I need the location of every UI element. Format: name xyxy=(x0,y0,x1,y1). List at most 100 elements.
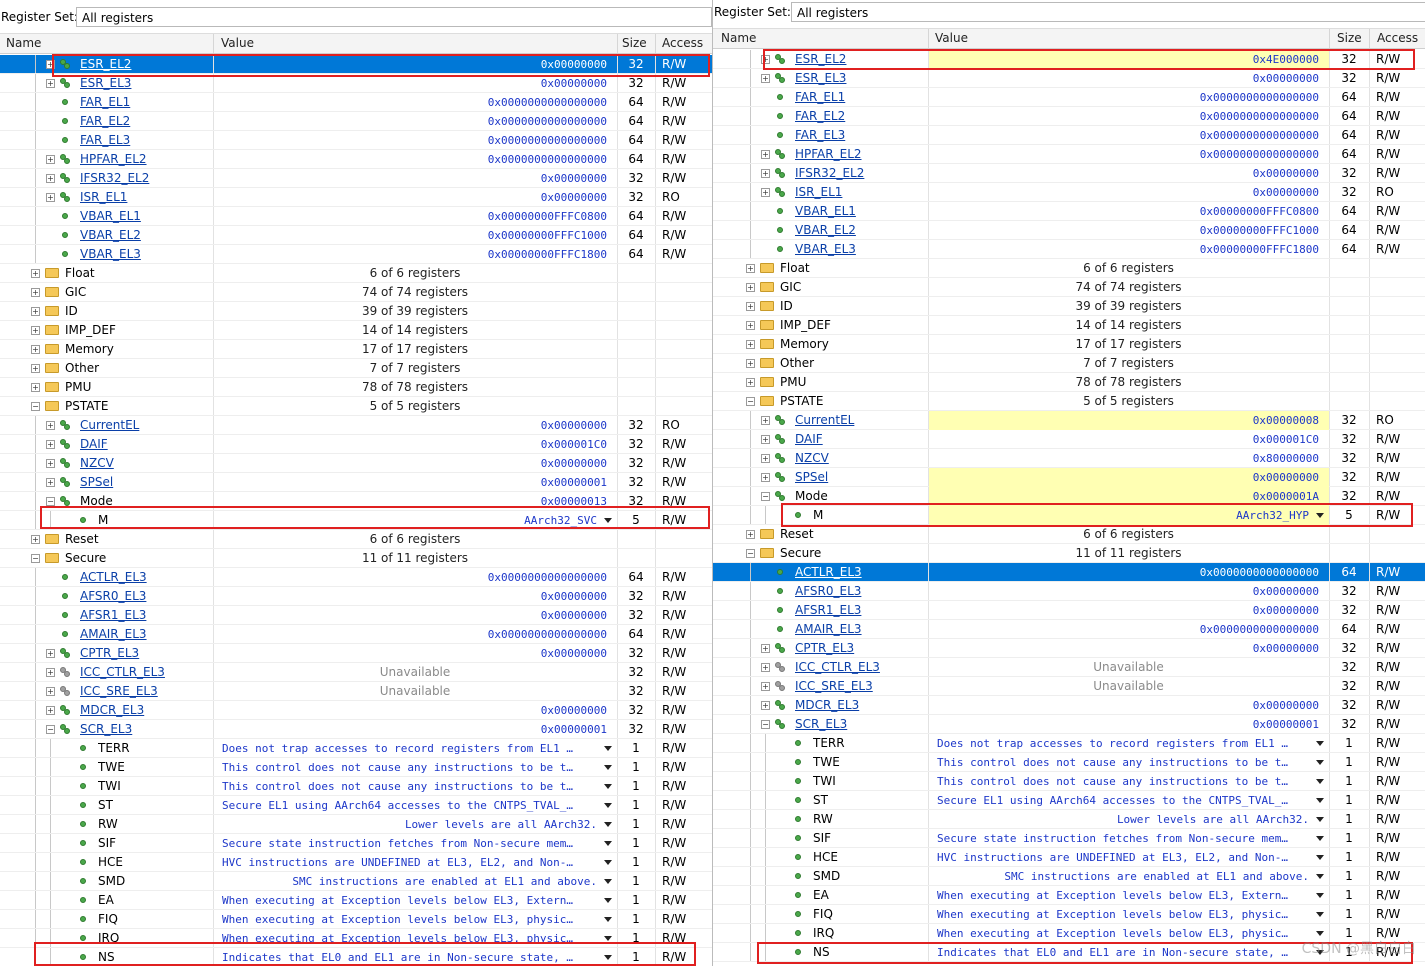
register-field-value-select[interactable]: AArch32_HYP xyxy=(929,506,1329,525)
register-row-sif[interactable]: SIF Secure state instruction fetches from… xyxy=(713,829,1425,848)
register-value[interactable]: 0x0000000000000000 xyxy=(929,620,1329,639)
expand-icon[interactable]: + xyxy=(746,359,755,368)
expand-icon[interactable]: + xyxy=(46,668,55,677)
register-row-st[interactable]: ST Secure EL1 using AArch64 accesses to t… xyxy=(713,791,1425,810)
chevron-down-icon[interactable] xyxy=(1316,893,1324,898)
register-field-value-select[interactable]: This control does not cause any instruct… xyxy=(929,753,1329,772)
register-value[interactable]: 0x00000000 xyxy=(214,55,617,74)
register-row-twi[interactable]: TWI This control does not cause any instr… xyxy=(713,772,1425,791)
register-name[interactable]: ISR_EL1 xyxy=(80,190,127,204)
register-row-esr-el2[interactable]: + ESR_EL2 0x4E000000 32 R/W xyxy=(713,50,1425,69)
register-name[interactable]: IFSR32_EL2 xyxy=(80,171,149,185)
register-row-hce[interactable]: HCE HVC instructions are UNDEFINED at EL3… xyxy=(713,848,1425,867)
register-value[interactable]: 0x00000000FFFC1800 xyxy=(214,245,617,264)
register-row-icc-ctlr-el3[interactable]: + ICC_CTLR_EL3 Unavailable 32 R/W xyxy=(713,658,1425,677)
register-row-ifsr32-el2[interactable]: + IFSR32_EL2 0x00000000 32 R/W xyxy=(713,164,1425,183)
expand-icon[interactable]: + xyxy=(46,60,55,69)
register-name[interactable]: AFSR1_EL3 xyxy=(80,608,146,622)
register-value[interactable]: 0x0000000000000000 xyxy=(214,131,617,150)
register-name[interactable]: ICC_CTLR_EL3 xyxy=(795,660,880,674)
register-name[interactable]: CurrentEL xyxy=(80,418,139,432)
register-row-icc-sre-el3[interactable]: + ICC_SRE_EL3 Unavailable 32 R/W xyxy=(0,682,712,701)
register-field-value-select[interactable]: HVC instructions are UNDEFINED at EL3, E… xyxy=(214,853,617,872)
register-row-memory[interactable]: + Memory 17 of 17 registers xyxy=(713,335,1425,354)
expand-icon[interactable]: + xyxy=(31,535,40,544)
register-field-value-select[interactable]: Secure state instruction fetches from No… xyxy=(929,829,1329,848)
register-name[interactable]: AFSR0_EL3 xyxy=(795,584,861,598)
register-field-value-select[interactable]: When executing at Exception levels below… xyxy=(214,910,617,929)
register-field-value-select[interactable]: This control does not cause any instruct… xyxy=(214,758,617,777)
register-row-far-el1[interactable]: FAR_EL1 0x0000000000000000 64 R/W xyxy=(713,88,1425,107)
register-field-value-select[interactable]: AArch32_SVC xyxy=(214,511,617,530)
register-value[interactable]: 0x00000000 xyxy=(929,639,1329,658)
register-row-imp-def[interactable]: + IMP_DEF 14 of 14 registers xyxy=(0,321,712,340)
register-value[interactable]: 0x80000000 xyxy=(929,449,1329,468)
register-name[interactable]: FAR_EL3 xyxy=(80,133,130,147)
register-row-m[interactable]: M AArch32_HYP 5 R/W xyxy=(713,506,1425,525)
chevron-down-icon[interactable] xyxy=(604,879,612,884)
chevron-down-icon[interactable] xyxy=(1316,912,1324,917)
register-row-scr-el3[interactable]: − SCR_EL3 0x00000001 32 R/W xyxy=(0,720,712,739)
register-value[interactable]: 0x00000000 xyxy=(214,169,617,188)
register-row-cptr-el3[interactable]: + CPTR_EL3 0x00000000 32 R/W xyxy=(713,639,1425,658)
expand-icon[interactable]: + xyxy=(761,682,770,691)
register-field-value-select[interactable]: SMC instructions are enabled at EL1 and … xyxy=(214,872,617,891)
register-row-twi[interactable]: TWI This control does not cause any instr… xyxy=(0,777,712,796)
register-value[interactable]: 0x00000000FFFC1000 xyxy=(929,221,1329,240)
register-value[interactable]: 0x0000000000000000 xyxy=(929,107,1329,126)
collapse-icon[interactable]: − xyxy=(31,554,40,563)
register-row-other[interactable]: + Other 7 of 7 registers xyxy=(0,359,712,378)
access-column-header[interactable]: Access xyxy=(662,36,703,50)
chevron-down-icon[interactable] xyxy=(1316,931,1324,936)
register-row-smd[interactable]: SMD SMC instructions are enabled at EL1 a… xyxy=(0,872,712,891)
value-column-header[interactable]: Value xyxy=(221,36,254,50)
register-name[interactable]: IFSR32_EL2 xyxy=(795,166,864,180)
register-row-vbar-el1[interactable]: VBAR_EL1 0x00000000FFFC0800 64 R/W xyxy=(0,207,712,226)
register-name[interactable]: AFSR0_EL3 xyxy=(80,589,146,603)
expand-icon[interactable]: + xyxy=(746,283,755,292)
register-set-select[interactable]: All registers xyxy=(76,7,712,27)
expand-icon[interactable]: + xyxy=(46,649,55,658)
register-name[interactable]: FAR_EL1 xyxy=(795,90,845,104)
register-row-mode[interactable]: − Mode 0x0000001A 32 R/W xyxy=(713,487,1425,506)
register-name[interactable]: ESR_EL2 xyxy=(80,57,131,71)
expand-icon[interactable]: + xyxy=(761,188,770,197)
register-name[interactable]: AFSR1_EL3 xyxy=(795,603,861,617)
register-row-pmu[interactable]: + PMU 78 of 78 registers xyxy=(713,373,1425,392)
register-value[interactable]: 0x0000000000000000 xyxy=(214,568,617,587)
register-row-pmu[interactable]: + PMU 78 of 78 registers xyxy=(0,378,712,397)
register-row-esr-el3[interactable]: + ESR_EL3 0x00000000 32 R/W xyxy=(713,69,1425,88)
register-row-icc-sre-el3[interactable]: + ICC_SRE_EL3 Unavailable 32 R/W xyxy=(713,677,1425,696)
chevron-down-icon[interactable] xyxy=(604,518,612,523)
expand-icon[interactable]: + xyxy=(746,530,755,539)
register-row-afsr0-el3[interactable]: AFSR0_EL3 0x00000000 32 R/W xyxy=(0,587,712,606)
expand-icon[interactable]: + xyxy=(746,264,755,273)
register-name[interactable]: NZCV xyxy=(80,456,114,470)
register-row-twe[interactable]: TWE This control does not cause any instr… xyxy=(713,753,1425,772)
value-column-header[interactable]: Value xyxy=(935,31,968,45)
register-row-daif[interactable]: + DAIF 0x000001C0 32 R/W xyxy=(0,435,712,454)
register-name[interactable]: SPSel xyxy=(80,475,113,489)
expand-icon[interactable]: + xyxy=(746,378,755,387)
register-name[interactable]: DAIF xyxy=(80,437,108,451)
register-row-rw[interactable]: RW Lower levels are all AArch32. 1 R/W xyxy=(713,810,1425,829)
register-row-currentel[interactable]: + CurrentEL 0x00000000 32 RO xyxy=(0,416,712,435)
expand-icon[interactable]: + xyxy=(746,321,755,330)
register-name[interactable]: ICC_CTLR_EL3 xyxy=(80,665,165,679)
expand-icon[interactable]: + xyxy=(46,174,55,183)
register-field-value-select[interactable]: When executing at Exception levels below… xyxy=(214,891,617,910)
register-row-icc-ctlr-el3[interactable]: + ICC_CTLR_EL3 Unavailable 32 R/W xyxy=(0,663,712,682)
register-row-mode[interactable]: − Mode 0x00000013 32 R/W xyxy=(0,492,712,511)
register-row-pstate[interactable]: − PSTATE 5 of 5 registers xyxy=(713,392,1425,411)
register-field-value-select[interactable]: This control does not cause any instruct… xyxy=(214,777,617,796)
register-row-spsel[interactable]: + SPSel 0x00000001 32 R/W xyxy=(0,473,712,492)
register-value[interactable]: 0x000001C0 xyxy=(214,435,617,454)
expand-icon[interactable]: + xyxy=(746,302,755,311)
expand-icon[interactable]: + xyxy=(46,440,55,449)
register-value[interactable]: 0x0000000000000000 xyxy=(929,563,1329,582)
expand-icon[interactable]: + xyxy=(46,79,55,88)
size-column-header[interactable]: Size xyxy=(622,36,647,50)
register-row-isr-el1[interactable]: + ISR_EL1 0x00000000 32 RO xyxy=(713,183,1425,202)
register-name[interactable]: DAIF xyxy=(795,432,823,446)
register-name[interactable]: VBAR_EL3 xyxy=(795,242,856,256)
